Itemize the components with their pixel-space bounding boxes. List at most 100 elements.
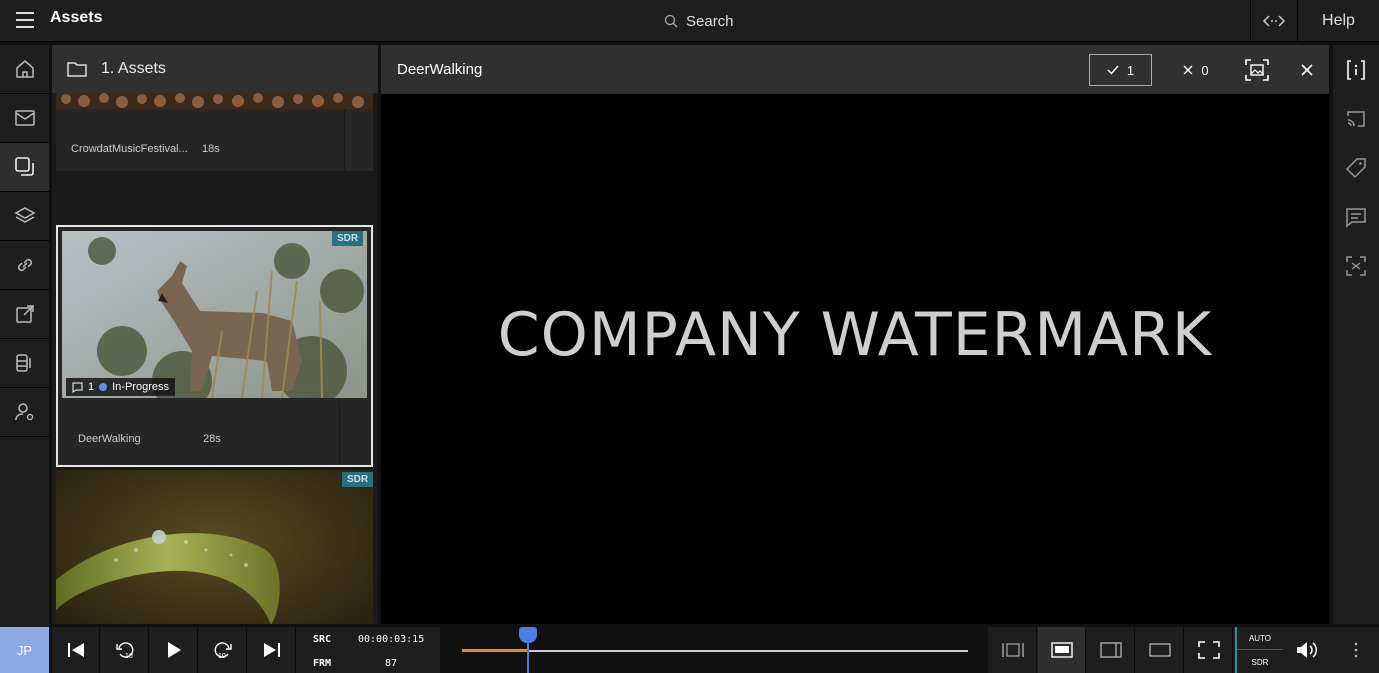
- asset-thumbnail-leaf[interactable]: [56, 470, 373, 624]
- search-icon: [664, 14, 678, 28]
- playhead-handle[interactable]: [518, 627, 537, 643]
- forward-10-button[interactable]: 10: [199, 627, 247, 673]
- timecode-display: SRC 00:00:03:15 FRM 87: [298, 627, 438, 673]
- viewer-title: DeerWalking: [397, 61, 483, 78]
- svg-text:10: 10: [218, 653, 226, 660]
- layout-sidebar-button[interactable]: [1087, 627, 1135, 673]
- asset-list[interactable]: CrowdatMusicFestival... 18s SDR 1 In-Pro…: [52, 93, 378, 624]
- check-icon: [1107, 65, 1119, 75]
- layout-split-button[interactable]: [989, 627, 1037, 673]
- src-label: SRC: [313, 634, 332, 645]
- asset-duration: 18s: [202, 143, 220, 155]
- sdr-badge: SDR: [332, 231, 364, 246]
- x-icon: [1183, 65, 1193, 75]
- viewer-header: DeerWalking 1 0: [381, 45, 1329, 94]
- mail-icon: [14, 110, 35, 126]
- timeline-scrubber[interactable]: [440, 627, 988, 673]
- asset-duration: 28s: [203, 433, 221, 445]
- divider: [339, 402, 340, 465]
- storage-icon: [15, 354, 31, 372]
- layout-filmstrip-button[interactable]: [1038, 627, 1086, 673]
- assets-panel: 1. Assets CrowdatMusicFestival... 18s SD…: [52, 45, 378, 624]
- home-icon: [15, 60, 34, 78]
- filmstrip-view-icon: [1050, 642, 1073, 658]
- nav-links[interactable]: [0, 241, 49, 290]
- comment-icon: [72, 382, 83, 393]
- asset-thumbnail-crowd[interactable]: [56, 93, 373, 109]
- close-viewer-button[interactable]: [1291, 54, 1323, 86]
- src-timecode: 00:00:03:15: [358, 634, 425, 645]
- status-badge: 1 In-Progress: [66, 378, 175, 396]
- nav-users[interactable]: [0, 388, 49, 437]
- cast-icon: [1347, 110, 1365, 127]
- nav-inbox[interactable]: [0, 94, 49, 143]
- nav-storage[interactable]: [0, 339, 49, 388]
- search-label: Search: [686, 12, 734, 30]
- frame-number: 87: [385, 658, 398, 669]
- list-item[interactable]: CrowdatMusicFestival... 18s: [56, 109, 373, 171]
- embed-code-button[interactable]: [1250, 0, 1298, 42]
- split-view-icon: [1001, 643, 1024, 657]
- reject-button[interactable]: 0: [1176, 54, 1216, 86]
- frame-capture-icon: [1245, 59, 1269, 81]
- assets-panel-header: 1. Assets: [52, 45, 378, 93]
- nav-home[interactable]: [0, 45, 49, 94]
- more-vertical-icon: [1354, 642, 1357, 658]
- search-box[interactable]: Search: [664, 11, 734, 31]
- reject-count: 0: [1201, 62, 1209, 78]
- sidebar-view-icon: [1099, 642, 1122, 658]
- transport-bar: 10 10 SRC 00:00:03:15 FRM 87 AUTO SDR: [52, 627, 1379, 673]
- folder-icon: [67, 62, 87, 77]
- svg-text:10: 10: [125, 653, 133, 660]
- layers-icon: [13, 207, 36, 223]
- skip-to-start-button[interactable]: [52, 627, 100, 673]
- approve-count: 1: [1126, 62, 1135, 78]
- nav-layers[interactable]: [0, 192, 49, 241]
- more-options-button[interactable]: [1332, 627, 1379, 673]
- layout-single-button[interactable]: [1136, 627, 1184, 673]
- info-brackets-icon: [1347, 59, 1365, 80]
- sdr-badge: SDR: [342, 472, 373, 487]
- share-icon: [15, 305, 34, 323]
- app-title: Assets: [50, 9, 103, 26]
- close-icon: [1301, 64, 1313, 76]
- comment-count: 1: [88, 381, 95, 393]
- timeline-track: [462, 650, 968, 652]
- snapshot-button[interactable]: [1241, 54, 1273, 86]
- asset-name: CrowdatMusicFestival...: [71, 143, 188, 155]
- info-panel-button[interactable]: [1333, 45, 1379, 94]
- asset-card-selected[interactable]: SDR 1 In-Progress DeerWalking 28s: [56, 225, 373, 467]
- play-icon: [167, 642, 181, 658]
- fullscreen-button[interactable]: [1185, 627, 1233, 673]
- approve-button[interactable]: 1: [1089, 54, 1152, 86]
- skip-to-end-button[interactable]: [248, 627, 296, 673]
- face-detect-button[interactable]: [1333, 241, 1379, 290]
- assets-panel-title: 1. Assets: [101, 60, 166, 77]
- user-avatar[interactable]: JP: [0, 627, 49, 673]
- nav-assets[interactable]: [0, 143, 49, 192]
- asset-card[interactable]: SDR: [56, 470, 373, 624]
- tags-button[interactable]: [1333, 143, 1379, 192]
- skip-forward-icon: [263, 643, 280, 657]
- tag-icon: [1345, 157, 1366, 178]
- rewind-10-button[interactable]: 10: [101, 627, 149, 673]
- auto-mode-label: AUTO: [1248, 634, 1272, 643]
- nav-share[interactable]: [0, 290, 49, 339]
- timeline-played: [462, 649, 528, 652]
- divider: [1237, 649, 1283, 650]
- play-button[interactable]: [150, 627, 198, 673]
- hamburger-menu-icon[interactable]: [14, 9, 36, 31]
- status-text: In-Progress: [112, 381, 169, 393]
- help-button[interactable]: Help: [1298, 0, 1379, 42]
- single-view-icon: [1148, 643, 1171, 657]
- user-settings-icon: [14, 403, 33, 421]
- color-mode-toggle[interactable]: AUTO SDR: [1235, 627, 1283, 673]
- rewind-10-icon: 10: [115, 642, 133, 660]
- right-tool-rail: [1333, 45, 1379, 624]
- left-nav-rail: [0, 45, 49, 627]
- volume-button[interactable]: [1283, 627, 1331, 673]
- media-viewer[interactable]: DeerWalking 1 0 COMPANY WATERMARK: [381, 45, 1329, 624]
- asset-thumbnail-deer[interactable]: [62, 231, 367, 398]
- comments-button[interactable]: [1333, 192, 1379, 241]
- cast-button[interactable]: [1333, 94, 1379, 143]
